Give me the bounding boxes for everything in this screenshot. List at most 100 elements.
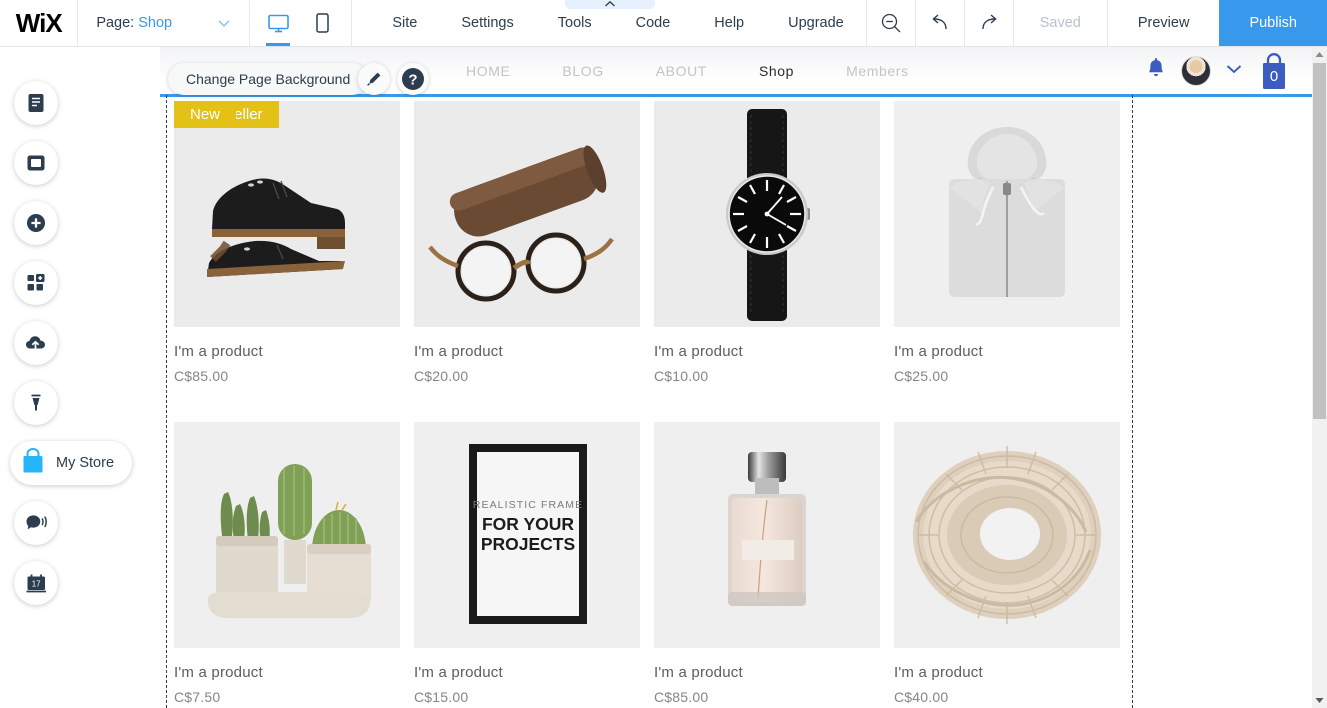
product-image-knit-infinity-scarf[interactable] bbox=[894, 422, 1120, 648]
code-panel-toggle[interactable] bbox=[565, 0, 656, 9]
product-card[interactable]: I'm a product C$40.00 bbox=[894, 422, 1134, 705]
shopping-bag-icon bbox=[20, 447, 46, 480]
mobile-icon bbox=[316, 13, 329, 33]
page-boundary-guide-right bbox=[1132, 95, 1133, 708]
sidebar-item-menus-pages[interactable] bbox=[14, 81, 58, 125]
menu-item-site[interactable]: Site bbox=[370, 0, 439, 46]
product-card[interactable]: I'm a product C$25.00 bbox=[894, 101, 1134, 384]
product-badge-new: New bbox=[174, 101, 237, 128]
product-card[interactable]: New I'm a product C$7.50 bbox=[174, 101, 414, 705]
product-grid-row: New I'm a product C$7.50 REALISTIC FRAME… bbox=[174, 101, 1134, 705]
notification-bell-icon[interactable] bbox=[1145, 57, 1167, 86]
nav-item-members[interactable]: Members bbox=[820, 63, 935, 79]
sidebar-item-my-store[interactable]: My Store bbox=[10, 441, 133, 485]
product-title: I'm a product bbox=[894, 343, 983, 360]
product-image-perfume-bottle[interactable] bbox=[654, 422, 880, 648]
site-header-actions: 0 bbox=[1145, 47, 1291, 95]
canvas-scrollbar[interactable] bbox=[1312, 47, 1327, 708]
product-image-potted-cacti[interactable] bbox=[174, 422, 400, 648]
menu-item-settings[interactable]: Settings bbox=[439, 0, 535, 46]
product-title: I'm a product bbox=[174, 664, 263, 681]
editor-menu-bar: Site Settings Tools Code Help Upgrade bbox=[352, 0, 865, 46]
editor-top-bar: WiX Page: Shop Site Settings Tools Code … bbox=[0, 0, 1327, 47]
product-price: C$25.00 bbox=[894, 368, 949, 384]
product-image-framed-poster[interactable]: REALISTIC FRAME FOR YOUR PROJECTS bbox=[414, 422, 640, 648]
publish-button[interactable]: Publish bbox=[1219, 0, 1327, 46]
product-card[interactable]: I'm a product C$20.00 bbox=[414, 101, 654, 384]
background-icon bbox=[27, 155, 45, 171]
product-title: I'm a product bbox=[654, 664, 743, 681]
product-title: I'm a product bbox=[414, 343, 503, 360]
desktop-view-button[interactable] bbox=[261, 0, 295, 46]
nav-item-blog[interactable]: BLOG bbox=[536, 63, 629, 79]
site-canvas: Change Page Background ? HOME BLOG ABOUT… bbox=[160, 47, 1313, 708]
product-title: I'm a product bbox=[894, 664, 983, 681]
product-card[interactable]: REALISTIC FRAME FOR YOUR PROJECTS I'm a … bbox=[414, 422, 654, 705]
preview-button[interactable]: Preview bbox=[1108, 0, 1220, 46]
zoom-out-button[interactable] bbox=[867, 0, 915, 46]
nav-item-home[interactable]: HOME bbox=[440, 63, 536, 79]
redo-button[interactable] bbox=[965, 0, 1013, 46]
sidebar-item-blog[interactable] bbox=[14, 381, 58, 425]
brush-icon bbox=[367, 72, 381, 86]
product-title: I'm a product bbox=[414, 664, 503, 681]
product-price: C$85.00 bbox=[654, 689, 709, 705]
design-brush-button[interactable] bbox=[358, 63, 390, 95]
sidebar-item-my-uploads[interactable] bbox=[14, 321, 58, 365]
product-price: C$15.00 bbox=[414, 689, 469, 705]
product-price: C$10.00 bbox=[654, 368, 709, 384]
mobile-view-button[interactable] bbox=[305, 0, 339, 46]
zoom-out-icon bbox=[881, 13, 901, 33]
sidebar-item-add-apps[interactable] bbox=[14, 261, 58, 305]
product-image-black-leather-boots[interactable] bbox=[174, 101, 400, 327]
user-avatar[interactable] bbox=[1181, 56, 1211, 86]
scroll-down-arrow-icon[interactable] bbox=[1312, 693, 1327, 708]
desktop-icon bbox=[268, 14, 289, 32]
product-price: C$7.50 bbox=[174, 689, 221, 705]
page-selector-label: Page: bbox=[96, 15, 135, 31]
plus-circle-icon bbox=[27, 214, 45, 232]
menu-item-upgrade[interactable]: Upgrade bbox=[766, 0, 866, 46]
product-card[interactable]: Best Seller I'm a product C$10.00 bbox=[174, 101, 894, 384]
calendar-icon: 17 bbox=[26, 574, 46, 593]
chevron-down-icon bbox=[217, 16, 231, 30]
help-button[interactable]: ? bbox=[397, 63, 429, 95]
product-image-black-wrist-watch[interactable] bbox=[654, 101, 880, 327]
product-title: I'm a product bbox=[174, 343, 263, 360]
sidebar-item-label-my-store: My Store bbox=[56, 455, 115, 471]
undo-button[interactable] bbox=[916, 0, 964, 46]
question-mark-icon: ? bbox=[402, 68, 424, 90]
pen-nib-icon bbox=[31, 394, 41, 411]
cart-button[interactable]: 0 bbox=[1257, 51, 1291, 91]
product-image-gray-zip-hoodie[interactable] bbox=[894, 101, 1120, 327]
site-navigation-menu: HOME BLOG ABOUT Shop Members bbox=[440, 47, 935, 95]
nav-item-shop[interactable]: Shop bbox=[733, 63, 820, 79]
product-image-eyeglasses-and-case[interactable] bbox=[414, 101, 640, 327]
device-switcher bbox=[249, 0, 351, 46]
sidebar-item-bookings[interactable]: 17 bbox=[14, 561, 58, 605]
pages-icon bbox=[28, 94, 44, 112]
product-price: C$20.00 bbox=[414, 368, 469, 384]
menu-item-help[interactable]: Help bbox=[692, 0, 766, 46]
change-page-background-button[interactable]: Change Page Background bbox=[168, 63, 369, 95]
save-status[interactable]: Saved bbox=[1014, 0, 1107, 46]
scroll-up-arrow-icon[interactable] bbox=[1312, 47, 1327, 62]
wix-logo[interactable]: WiX bbox=[0, 0, 77, 46]
chevron-up-icon bbox=[605, 0, 616, 7]
product-card[interactable]: I'm a product C$85.00 bbox=[174, 101, 414, 384]
product-grid-row: I'm a product C$85.00 I'm a product C$20… bbox=[174, 101, 1134, 384]
product-price: C$85.00 bbox=[174, 368, 229, 384]
page-selector-value: Shop bbox=[138, 15, 173, 31]
sidebar-item-add[interactable] bbox=[14, 201, 58, 245]
apps-grid-icon bbox=[27, 274, 45, 291]
nav-item-about[interactable]: ABOUT bbox=[630, 63, 733, 79]
product-card[interactable]: I'm a product C$85.00 bbox=[654, 422, 894, 705]
sidebar-item-background[interactable] bbox=[14, 141, 58, 185]
redo-icon bbox=[982, 14, 997, 30]
product-title: I'm a product bbox=[654, 343, 743, 360]
undo-icon bbox=[932, 14, 947, 30]
sidebar-item-chat[interactable] bbox=[14, 501, 58, 545]
chevron-down-icon[interactable] bbox=[1225, 62, 1243, 80]
page-selector[interactable]: Page: Shop bbox=[78, 0, 248, 46]
scrollbar-thumb[interactable] bbox=[1313, 63, 1326, 419]
